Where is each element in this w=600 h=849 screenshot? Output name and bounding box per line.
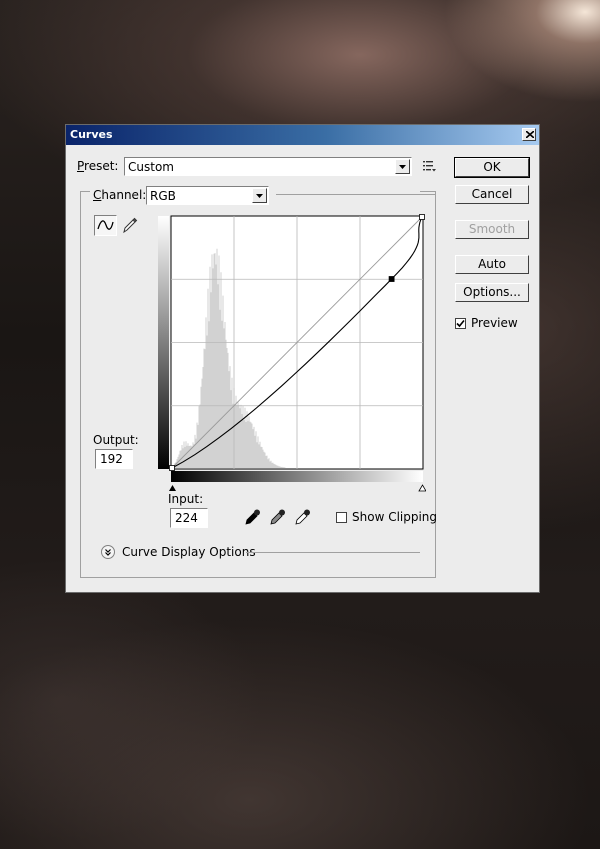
preset-select[interactable]: Custom xyxy=(124,157,412,176)
curve-display-options-label: Curve Display Options xyxy=(122,545,256,559)
white-point-slider[interactable] xyxy=(418,484,426,492)
chevron-down-icon xyxy=(399,165,406,169)
curve-tool-button[interactable] xyxy=(94,215,117,236)
curve-graph xyxy=(158,214,426,492)
dialog-title: Curves xyxy=(70,128,113,141)
smooth-button[interactable]: Smooth xyxy=(455,220,529,239)
pencil-icon[interactable] xyxy=(122,217,138,234)
preset-value: Custom xyxy=(128,160,174,174)
preset-menu-icon[interactable] xyxy=(423,160,437,172)
output-field[interactable]: 192 xyxy=(95,449,133,469)
curve-control-point[interactable] xyxy=(419,214,425,220)
ok-button[interactable]: OK xyxy=(454,157,530,178)
curve-control-point[interactable] xyxy=(169,465,175,471)
channel-label: Channel: xyxy=(93,188,147,202)
channel-value: RGB xyxy=(150,189,176,203)
channel-divider xyxy=(276,194,436,195)
auto-button[interactable]: Auto xyxy=(455,255,529,274)
preset-label: Preset: xyxy=(77,159,119,173)
chevron-down-icon xyxy=(256,194,263,198)
cancel-button[interactable]: Cancel xyxy=(455,185,529,204)
preset-dropdown-button[interactable] xyxy=(395,159,410,174)
curve-display-options-toggle[interactable] xyxy=(101,545,115,559)
curves-dialog: Curves Preset: Custom OK Cancel Smooth A… xyxy=(65,124,540,593)
show-clipping-checkbox[interactable] xyxy=(336,512,347,523)
input-field[interactable]: 224 xyxy=(170,508,208,528)
close-icon xyxy=(526,131,534,138)
expand-icon xyxy=(105,549,111,556)
black-eyedropper-icon[interactable] xyxy=(244,508,262,526)
input-label: Input: xyxy=(168,492,204,506)
channel-dropdown-button[interactable] xyxy=(252,188,267,203)
gray-eyedropper-icon[interactable] xyxy=(269,508,287,526)
white-eyedropper-icon[interactable] xyxy=(294,508,312,526)
show-clipping-label: Show Clipping xyxy=(352,510,438,524)
curve-tool-icon xyxy=(97,220,114,230)
curve-control-point[interactable] xyxy=(388,276,395,282)
output-gradient-bar xyxy=(158,216,169,469)
input-gradient-bar xyxy=(171,471,423,482)
preview-label: Preview xyxy=(471,316,518,330)
options-button[interactable]: Options... xyxy=(455,283,529,302)
channel-select[interactable]: RGB xyxy=(146,186,269,205)
close-button[interactable] xyxy=(522,128,536,141)
output-label: Output: xyxy=(93,433,139,447)
black-point-slider[interactable] xyxy=(169,485,176,491)
preview-checkbox[interactable] xyxy=(455,318,466,329)
options-divider xyxy=(246,552,420,553)
checkmark-icon xyxy=(456,319,465,328)
title-bar[interactable]: Curves xyxy=(66,125,539,145)
